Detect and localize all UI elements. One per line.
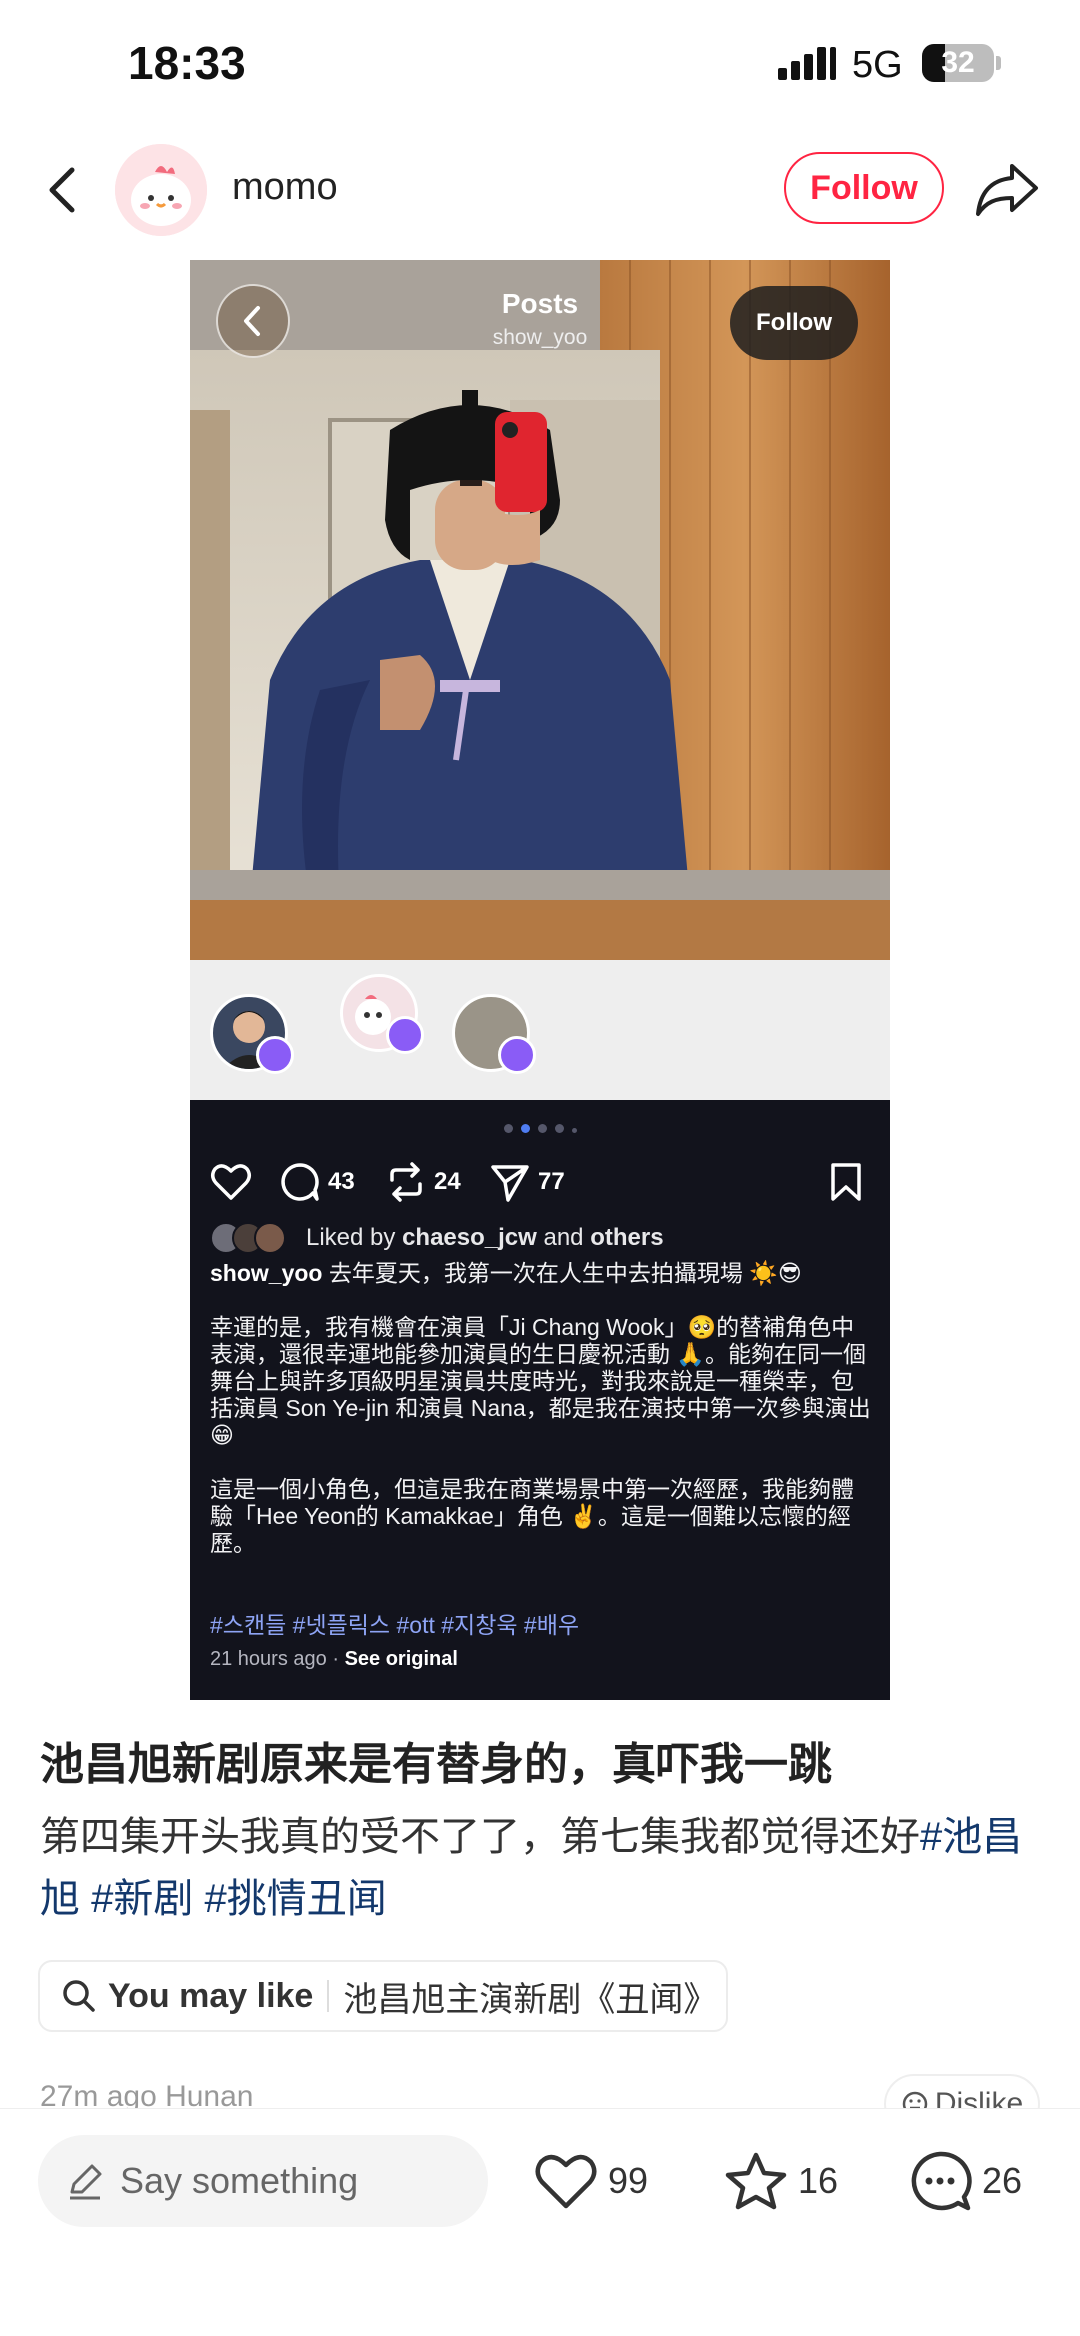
repost-badge-icon: [256, 1036, 294, 1074]
comment-placeholder: Say something: [120, 2160, 359, 2201]
ig-meta-separator: ·: [332, 1648, 339, 1670]
comment-button[interactable]: 26: [908, 2149, 1022, 2213]
collect-button[interactable]: 16: [724, 2149, 838, 2213]
ig-hashtags[interactable]: #스캔들 #넷플릭스 #ott #지창욱 #배우: [210, 1606, 870, 1640]
follow-button[interactable]: Follow: [784, 152, 944, 224]
heart-icon: [535, 2155, 597, 2209]
see-original-link[interactable]: See original: [345, 1648, 458, 1670]
photo-illustration: [190, 260, 890, 1100]
repost-badge-icon: [498, 1036, 536, 1074]
comment-input[interactable]: Say something: [38, 2135, 488, 2227]
search-icon: [63, 1980, 95, 2012]
repost-badge-icon: [386, 1016, 424, 1054]
comment-count: 26: [982, 2160, 1023, 2201]
caption-line1: 去年夏天，我第一次在人生中去拍攝現場 ☀️😎: [328, 1260, 802, 1286]
bookmark-icon: [831, 1163, 861, 1201]
liked-prefix: Liked by: [306, 1224, 396, 1251]
ig-time-ago: 21 hours ago: [210, 1648, 327, 1670]
ig-posts-title: Posts: [501, 288, 579, 319]
ig-follow-button[interactable]: Follow: [730, 286, 858, 360]
ig-back-icon: [244, 306, 260, 336]
ig-send-button[interactable]: 77: [490, 1160, 565, 1204]
collect-count: 16: [798, 2160, 839, 2201]
divider: [327, 1980, 330, 2012]
status-time: 18:33: [128, 37, 246, 89]
like-button[interactable]: 99: [534, 2149, 648, 2213]
liked-user[interactable]: chaeso_jcw: [402, 1224, 537, 1252]
you-may-like-chip[interactable]: You may like 池昌旭主演新剧《丑闻》: [38, 1960, 728, 2032]
ig-repost-button[interactable]: 24: [386, 1160, 461, 1204]
carousel-dot: [571, 1128, 577, 1133]
you-may-like-label: You may like: [108, 1976, 314, 2015]
you-may-like-query: 池昌旭主演新剧《丑闻》: [343, 1980, 718, 2019]
carousel-dot: [537, 1124, 547, 1133]
ig-action-bar: 43 24 77: [190, 1150, 890, 1214]
signal-icon: [778, 47, 836, 80]
comment-bubble-icon: [281, 1163, 319, 1201]
ig-comment-count: 43: [328, 1168, 355, 1195]
ig-back-button[interactable]: [216, 284, 290, 358]
ig-share-count: 77: [538, 1168, 565, 1195]
post-header: momo Follow: [0, 130, 1080, 250]
author-name[interactable]: momo: [232, 166, 338, 209]
send-icon: [491, 1165, 529, 1202]
status-bar: 18:33 5G 32: [0, 0, 1080, 130]
caption-author[interactable]: show_yoo: [210, 1260, 322, 1286]
carousel-dot: [554, 1124, 564, 1133]
ig-liked-by: Liked by chaeso_jcw and others: [210, 1222, 870, 1254]
post-body-text: 第四集开头我真的受不了了，第七集我都觉得还好: [40, 1815, 920, 1859]
battery-level: 32: [941, 46, 975, 79]
carousel-dots: [190, 1120, 890, 1134]
ig-like-button[interactable]: [210, 1160, 252, 1204]
star-icon: [725, 2152, 787, 2210]
ig-username-sub: show_yoo: [492, 326, 588, 349]
liked-by-avatars: [210, 1222, 300, 1254]
embedded-screenshot[interactable]: Posts show_yoo Follow 43 24 77 Liked by …: [190, 260, 890, 1700]
back-arrow-icon[interactable]: [38, 158, 88, 222]
ig-save-button[interactable]: [828, 1160, 864, 1204]
repost-icon: [390, 1162, 422, 1202]
carousel-dot-active: [520, 1124, 530, 1133]
post-body: 第四集开头我真的受不了了，第七集我都觉得还好#池昌旭 #新剧 #挑情丑闻: [40, 1806, 1040, 1930]
liked-and: and: [543, 1224, 584, 1251]
hashtag-link[interactable]: #挑情丑闻: [205, 1877, 387, 1921]
network-label: 5G: [852, 44, 903, 86]
ig-comment-button[interactable]: 43: [280, 1160, 355, 1204]
caption-paragraph-2: 幸運的是，我有機會在演員「Ji Chang Wook」🥺的替補角色中表演，還很幸…: [210, 1314, 871, 1448]
mirror-selfie-photo: [190, 260, 890, 1100]
ig-caption: show_yoo 去年夏天，我第一次在人生中去拍攝現場 ☀️😎 幸運的是，我有機…: [210, 1260, 874, 1584]
ig-repost-count: 24: [434, 1168, 461, 1195]
carousel-dot: [503, 1124, 513, 1133]
like-count: 99: [608, 2160, 649, 2201]
chick-avatar-icon: [115, 144, 207, 236]
caption-paragraph-3: 這是一個小角色，但這是我在商業場景中第一次經歷，我能夠體驗「Hee Yeon的 …: [210, 1476, 854, 1556]
ig-meta: 21 hours ago · See original: [210, 1648, 458, 1671]
hashtag-link[interactable]: #新剧: [91, 1877, 193, 1921]
liked-others[interactable]: others: [590, 1224, 663, 1252]
comment-bubble-icon: [911, 2151, 972, 2211]
bottom-action-bar: Say something 99 16 26: [0, 2108, 1080, 2336]
post-title: 池昌旭新剧原来是有替身的，真吓我一跳: [40, 1740, 832, 1789]
pencil-icon: [70, 2164, 102, 2200]
share-icon[interactable]: [974, 156, 1042, 220]
author-avatar[interactable]: [115, 144, 207, 236]
battery-tip: [996, 56, 1001, 70]
heart-icon: [211, 1164, 251, 1200]
battery-icon: 32: [922, 44, 994, 82]
